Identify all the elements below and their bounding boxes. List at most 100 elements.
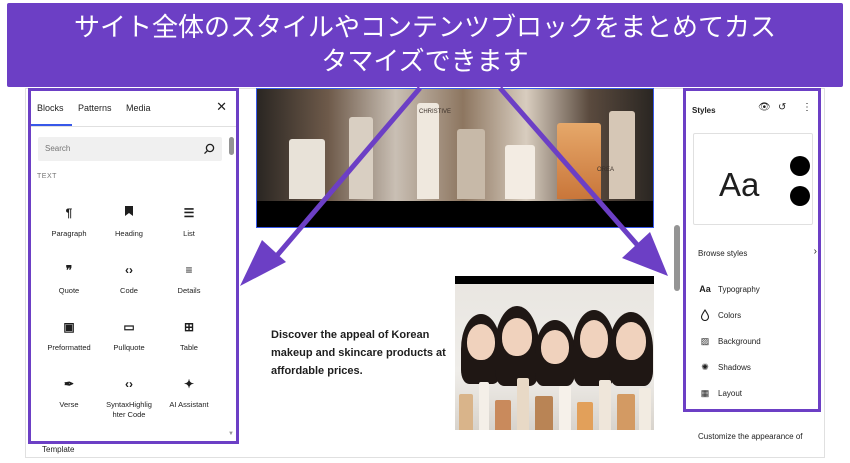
product-bottle [535,396,553,430]
canvas-scrollbar[interactable] [674,225,680,291]
menu-label: Background [718,337,761,346]
product-jar [289,139,325,199]
block-label: List [183,229,195,238]
template-breadcrumb[interactable]: Template [42,445,74,454]
tab-blocks[interactable]: Blocks [31,103,71,126]
more-options-icon[interactable]: ⋮ [802,102,812,113]
color-swatch [790,156,810,176]
product-bottle [495,400,511,430]
search-placeholder: Search [45,144,71,153]
browse-styles-button[interactable]: Browse styles [698,249,747,258]
code-icon: ‹› [125,263,133,277]
block-pullquote[interactable]: ▭ Pullquote [99,319,159,353]
menu-label: Layout [718,389,743,398]
chevron-right-icon[interactable]: › [814,246,817,257]
block-label: Details [177,286,201,295]
product-bottle [559,386,571,430]
model-face [467,324,495,360]
details-icon: ≡ [185,263,193,277]
paragraph-icon: ¶ [65,206,73,220]
pen-icon: ✒ [63,377,75,391]
eye-icon[interactable]: 👁 [758,102,771,113]
product-bottle [417,103,439,199]
product-bottle [479,382,489,430]
layout-icon: ▦ [700,388,710,398]
hero-bottom-bar [257,201,653,227]
product-bottle [517,378,529,430]
menu-label: Colors [718,311,742,320]
product-bottle [639,388,651,430]
list-icon: ☰ [183,206,195,220]
customize-description: Customize the appearance of [698,432,803,441]
sparkle-icon: ✦ [183,377,195,391]
product-jar [557,123,601,199]
preview-sample-text: Aa [719,166,760,203]
pullquote-icon: ▭ [123,320,135,334]
inserter-scrollbar[interactable] [229,137,234,155]
block-quote[interactable]: ❞ Quote [39,262,99,296]
model-face [502,318,532,356]
block-code[interactable]: ‹› Code [99,262,159,296]
preformatted-icon: ▣ [63,320,75,334]
close-icon[interactable]: ✕ [216,99,227,115]
color-swatch [790,186,810,206]
tab-media[interactable]: Media [126,103,151,113]
scroll-down-icon[interactable]: ▼ [228,431,234,437]
search-input[interactable]: Search [38,137,222,161]
block-label: Pullquote [113,343,145,352]
block-paragraph[interactable]: ¶ Paragraph [39,205,99,239]
block-label: Heading [115,229,143,238]
block-label: AI Assistant [169,400,209,409]
quote-icon: ❞ [65,263,73,277]
block-verse[interactable]: ✒ Verse [39,376,99,410]
block-preformatted[interactable]: ▣ Preformatted [39,319,99,353]
product-bottle [349,117,373,199]
block-label: Quote [58,286,80,295]
product-label: OREA [597,167,615,173]
table-icon: ⊞ [183,320,195,334]
block-label: Table [180,343,198,352]
product-jar [505,145,535,199]
block-details[interactable]: ≡ Details [159,262,219,296]
product-bottle [457,129,485,199]
style-preview[interactable]: Aa [693,133,813,225]
block-label: Paragraph [51,229,87,238]
block-syntaxhighlighter[interactable]: ‹› SyntaxHighlighter Code [99,376,159,420]
block-label: Code [120,286,138,295]
promo-paragraph[interactable]: Discover the appeal of Korean makeup and… [271,326,451,380]
product-label: CHRISTIVE [419,109,452,115]
droplet-icon [698,309,712,324]
background-icon: ▨ [700,336,710,346]
menu-label: Typography [718,285,760,294]
inserter-tabs: Blocks Patterns Media ✕ [31,91,236,127]
product-bottle [459,394,473,430]
models-photo [455,284,654,430]
model-face [616,322,646,360]
product-bottle [609,111,635,199]
menu-label: Shadows [718,363,751,372]
model-face [541,330,569,364]
banner-text-line: タマイズできます [321,47,529,77]
block-label: Verse [59,400,79,409]
banner-text-line: サイト全体のスタイルやコンテンツブロックをまとめてカス [73,13,776,43]
block-list[interactable]: ☰ List [159,205,219,239]
block-label: Preformatted [47,343,91,352]
block-heading[interactable]: Heading [99,205,159,239]
shadow-icon: ✺ [701,362,709,372]
tab-patterns[interactable]: Patterns [78,103,112,113]
block-label: SyntaxHighlighter Code [106,400,152,419]
search-icon[interactable] [202,142,216,156]
models-image-block[interactable] [455,276,654,430]
section-label-text: TEXT [37,173,57,180]
block-inserter-panel: Blocks Patterns Media ✕ Search TEXT ▼ ¶ … [28,88,239,444]
styles-panel: Styles 👁 ↺ ⋮ Aa Browse styles › Aa Typog… [683,88,821,412]
bookmark-icon [99,205,159,221]
typography-icon: Aa [699,284,711,294]
block-ai-assistant[interactable]: ✦ AI Assistant [159,376,219,410]
product-bottle [599,380,611,430]
history-icon[interactable]: ↺ [778,102,786,113]
hero-image-block[interactable]: CHRISTIVE OREA [256,88,654,228]
product-bottle [577,402,593,430]
block-table[interactable]: ⊞ Table [159,319,219,353]
model-face [580,320,608,358]
